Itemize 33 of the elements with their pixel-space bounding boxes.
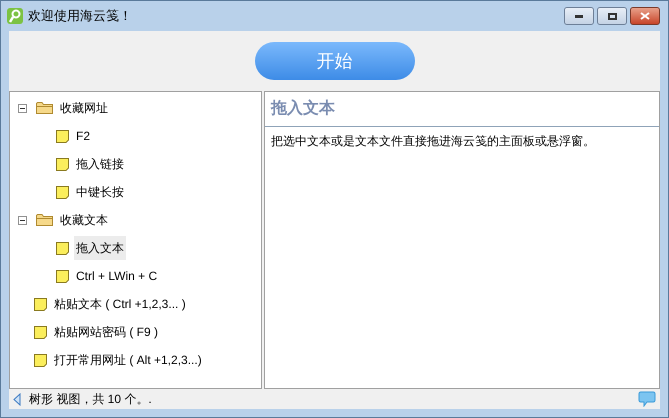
note-icon bbox=[34, 298, 47, 310]
tree-item[interactable]: F2 bbox=[74, 124, 92, 148]
window-title: 欢迎使用海云笺！ bbox=[28, 7, 132, 26]
speech-bubble-icon[interactable] bbox=[638, 391, 656, 407]
note-icon bbox=[56, 130, 69, 142]
tree-item[interactable]: 粘贴网站密码 ( F9 ) bbox=[52, 320, 160, 344]
folder-icon bbox=[36, 101, 53, 115]
tree-item[interactable]: 粘贴文本 ( Ctrl +1,2,3... ) bbox=[52, 292, 188, 316]
note-icon bbox=[56, 242, 69, 254]
tree-item[interactable]: 收藏网址 bbox=[58, 96, 110, 120]
note-icon bbox=[34, 326, 47, 338]
tree-item[interactable]: 收藏文本 bbox=[58, 208, 110, 232]
tree-item[interactable]: 拖入文本 bbox=[74, 236, 126, 260]
status-text: 树形 视图，共 10 个。. bbox=[29, 391, 152, 408]
tree-item[interactable]: 中键长按 bbox=[74, 180, 126, 204]
tree-item[interactable]: 拖入链接 bbox=[74, 152, 126, 176]
note-icon bbox=[56, 186, 69, 198]
close-icon bbox=[640, 12, 650, 20]
note-icon bbox=[56, 270, 69, 282]
maximize-button[interactable] bbox=[597, 7, 627, 25]
close-button[interactable] bbox=[630, 7, 660, 25]
collapse-toggle[interactable] bbox=[18, 216, 27, 224]
folder-icon bbox=[36, 213, 53, 227]
note-icon bbox=[56, 158, 69, 170]
detail-text: 把选中文本或是文本文件直接拖进海云笺的主面板或悬浮窗。 bbox=[270, 133, 596, 150]
tree-item[interactable]: 打开常用网址 ( Alt +1,2,3...) bbox=[52, 348, 204, 372]
collapse-toggle[interactable] bbox=[18, 104, 27, 112]
app-logo-icon bbox=[7, 8, 23, 24]
detail-title: 拖入文本 bbox=[271, 98, 335, 119]
note-icon bbox=[34, 354, 47, 366]
minimize-button[interactable] bbox=[564, 7, 594, 25]
collapse-arrow-icon[interactable] bbox=[13, 392, 21, 406]
tree-item[interactable]: Ctrl + LWin + C bbox=[74, 264, 160, 288]
